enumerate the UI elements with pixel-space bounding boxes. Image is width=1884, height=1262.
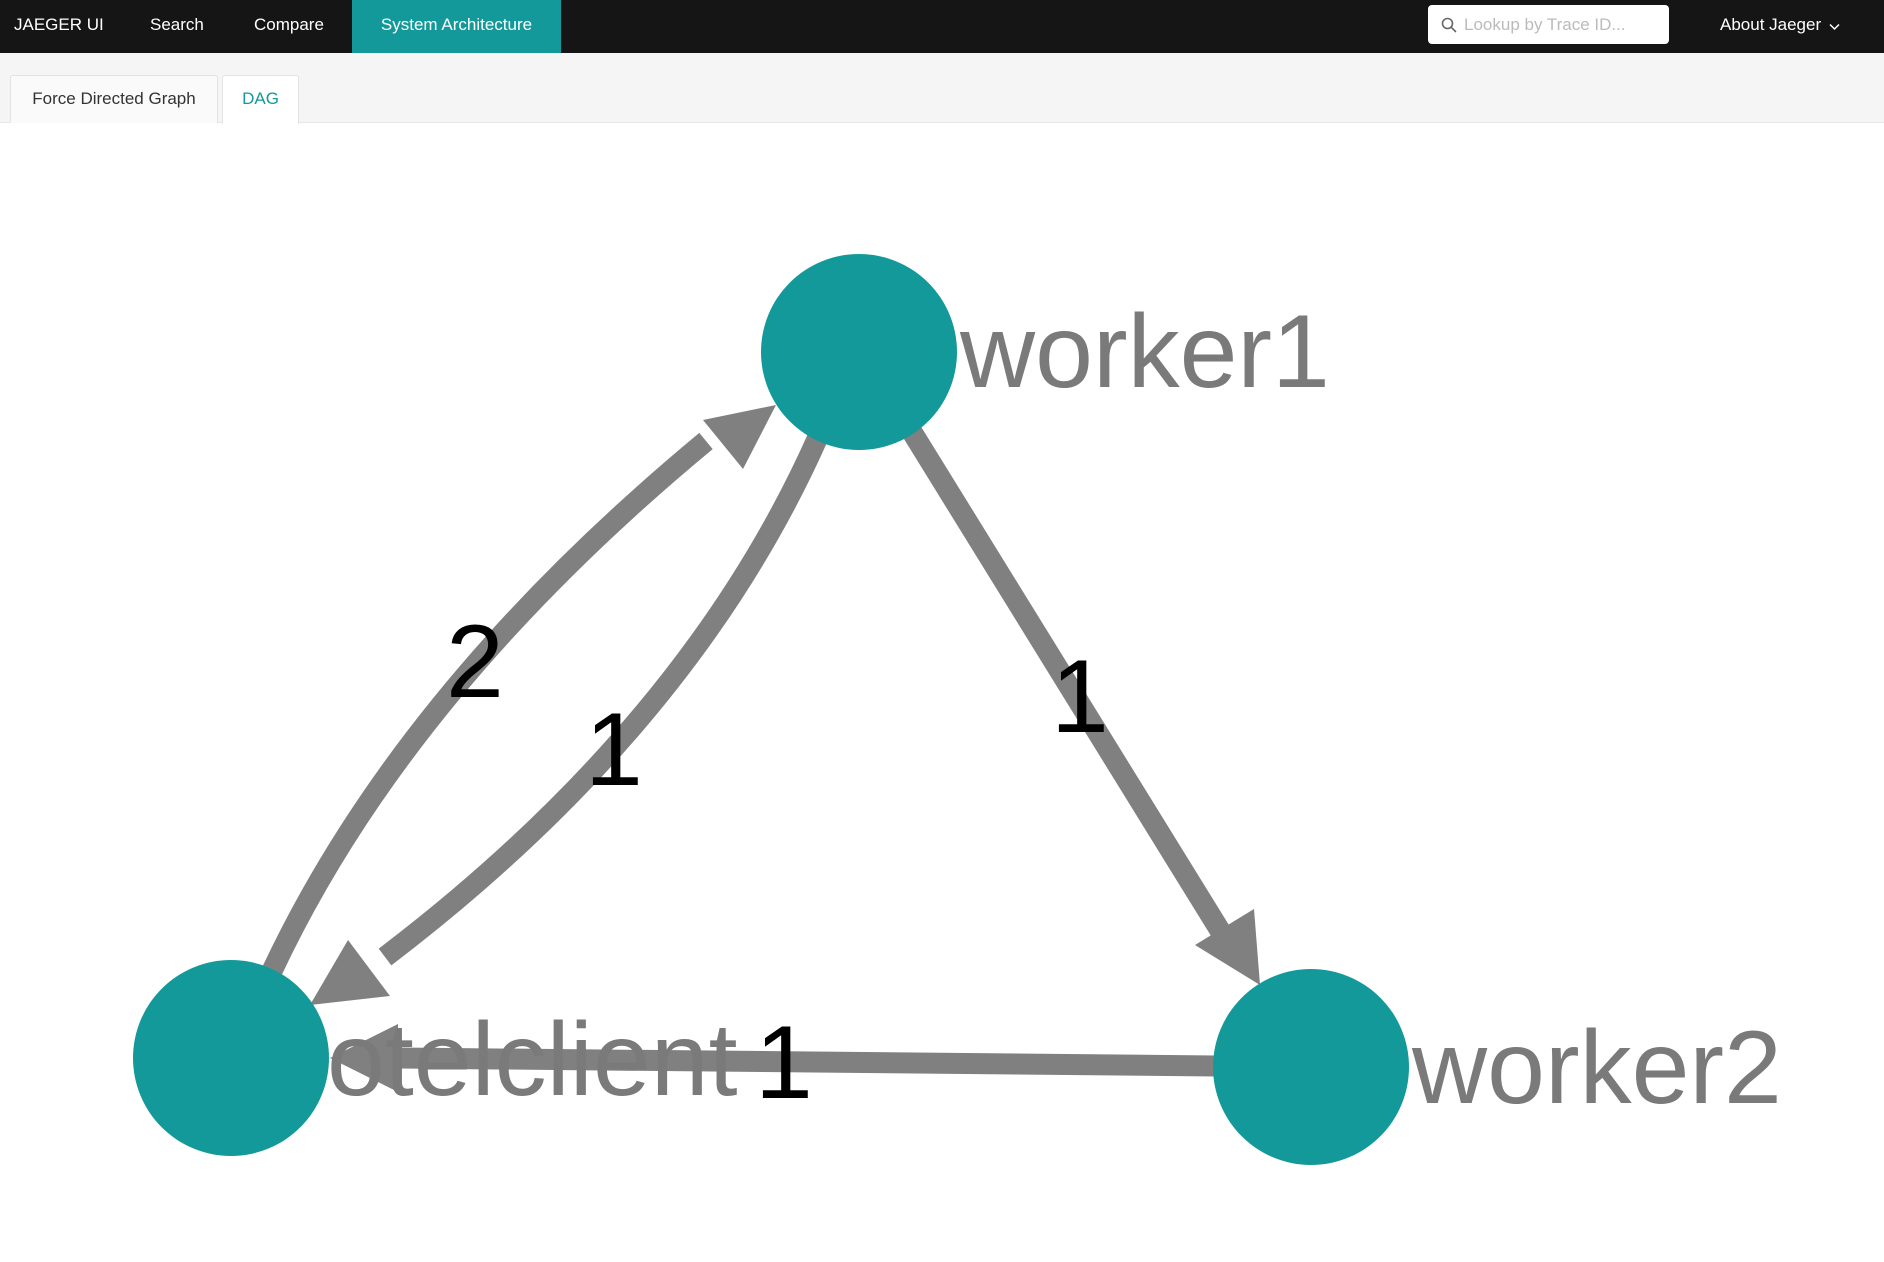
- trace-lookup-box[interactable]: [1428, 5, 1669, 44]
- node-worker1[interactable]: [761, 254, 957, 450]
- tab-dag[interactable]: DAG: [222, 75, 299, 124]
- edge-count-label: 2: [446, 604, 504, 720]
- edge-arrowhead: [310, 940, 390, 1005]
- nav-item-compare[interactable]: Compare: [254, 0, 324, 53]
- node-otelclient[interactable]: [133, 960, 329, 1156]
- dependency-graph: worker1 otelclient worker2 2 1 1 1: [133, 254, 1782, 1165]
- about-jaeger-label: About Jaeger: [1720, 15, 1822, 34]
- nav-item-search[interactable]: Search: [150, 0, 204, 53]
- top-navigation-bar: JAEGER UI Search Compare System Architec…: [0, 0, 1884, 53]
- search-icon: [1441, 17, 1457, 38]
- node-label-worker1: worker1: [959, 294, 1330, 410]
- brand-logo[interactable]: JAEGER UI: [14, 0, 104, 53]
- nav-item-system-architecture[interactable]: System Architecture: [352, 0, 561, 53]
- graph-edges: [262, 405, 1260, 1092]
- edge-count-label: 1: [585, 692, 643, 808]
- edge-count-label: 1: [1051, 639, 1109, 755]
- edge-count-label: 1: [755, 1005, 813, 1121]
- node-worker2[interactable]: [1213, 969, 1409, 1165]
- view-tabs: Force Directed Graph DAG: [0, 53, 1884, 124]
- node-label-worker2: worker2: [1411, 1010, 1782, 1126]
- tab-force-directed-graph[interactable]: Force Directed Graph: [10, 75, 218, 123]
- chevron-down-icon: [1829, 16, 1840, 35]
- edge-arrowhead: [703, 405, 776, 469]
- trace-id-input[interactable]: [1464, 5, 1659, 44]
- about-jaeger-menu[interactable]: About Jaeger: [1720, 0, 1840, 53]
- node-label-otelclient: otelclient: [327, 1002, 738, 1118]
